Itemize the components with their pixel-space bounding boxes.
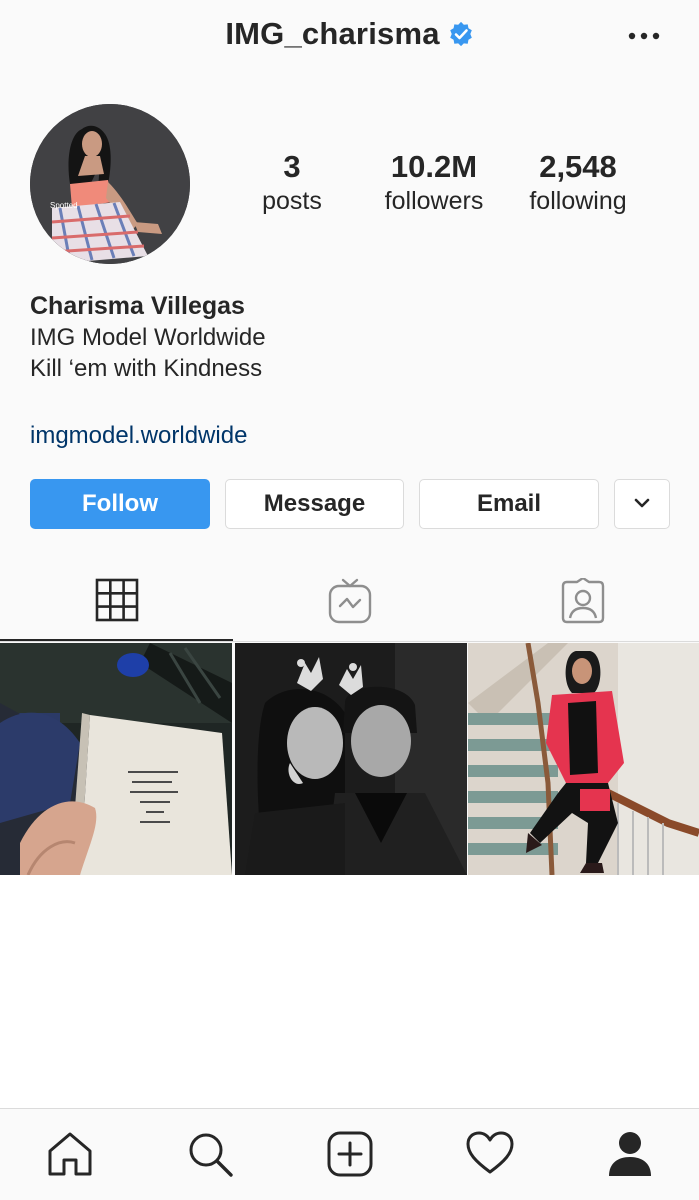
profile-username-header: IMG_charisma bbox=[0, 14, 699, 52]
couple-photo bbox=[235, 643, 467, 875]
tab-grid[interactable] bbox=[0, 562, 233, 641]
suggested-accounts-button[interactable] bbox=[614, 479, 670, 529]
email-button[interactable]: Email bbox=[419, 479, 599, 529]
profile-icon bbox=[609, 1132, 651, 1176]
bottom-navigation bbox=[0, 1108, 699, 1200]
chevron-down-icon bbox=[634, 498, 650, 508]
posts-grid bbox=[0, 643, 699, 875]
empty-feed-area bbox=[0, 875, 699, 1108]
followers-label: followers bbox=[384, 187, 484, 215]
verified-badge-icon bbox=[449, 21, 472, 46]
heart-icon bbox=[466, 1131, 514, 1174]
nav-activity[interactable] bbox=[465, 1129, 515, 1179]
post-thumbnail[interactable] bbox=[468, 643, 699, 875]
following-count: 2,548 bbox=[539, 149, 617, 184]
profile-page: IMG_charisma Spotted 3 posts 10.2M follo… bbox=[0, 0, 699, 1200]
following-stat[interactable]: 2,548 following bbox=[517, 150, 639, 218]
username: IMG_charisma bbox=[225, 15, 440, 51]
bio-line-2: Kill ‘em with Kindness bbox=[30, 355, 263, 382]
tab-igtv[interactable] bbox=[233, 562, 466, 641]
tab-tagged[interactable] bbox=[466, 562, 699, 641]
post-thumbnail[interactable] bbox=[0, 643, 232, 875]
grid-icon bbox=[95, 578, 138, 622]
posts-count: 3 bbox=[283, 149, 301, 184]
tagged-icon bbox=[561, 578, 604, 624]
book-photo bbox=[0, 643, 232, 875]
nav-add-post[interactable] bbox=[325, 1129, 375, 1179]
staircase-photo bbox=[468, 643, 699, 875]
message-button[interactable]: Message bbox=[225, 479, 404, 529]
add-post-icon bbox=[327, 1131, 373, 1177]
followers-count: 10.2M bbox=[390, 149, 478, 184]
search-icon bbox=[189, 1133, 233, 1177]
following-label: following bbox=[529, 187, 627, 215]
profile-tabs bbox=[0, 562, 699, 642]
profile-bio: Charisma Villegas IMG Model Worldwide Ki… bbox=[30, 290, 670, 384]
nav-search[interactable] bbox=[185, 1129, 235, 1179]
top-bar: IMG_charisma bbox=[0, 0, 699, 72]
more-options-icon[interactable] bbox=[627, 24, 663, 48]
followers-stat[interactable]: 10.2M followers bbox=[372, 150, 496, 218]
igtv-icon bbox=[328, 578, 371, 624]
follow-button[interactable]: Follow bbox=[30, 479, 210, 529]
bio-line-1: IMG Model Worldwide bbox=[30, 324, 266, 351]
nav-home[interactable] bbox=[45, 1129, 95, 1179]
profile-full-name: Charisma Villegas bbox=[30, 292, 245, 320]
nav-profile[interactable] bbox=[605, 1129, 655, 1179]
home-icon bbox=[48, 1132, 92, 1176]
post-thumbnail[interactable] bbox=[235, 643, 467, 875]
posts-label: posts bbox=[262, 187, 322, 215]
posts-stat[interactable]: 3 posts bbox=[252, 150, 332, 218]
profile-stats: 3 posts 10.2M followers 2,548 following bbox=[0, 150, 699, 230]
bio-website-link[interactable]: imgmodel.worldwide bbox=[30, 422, 247, 450]
